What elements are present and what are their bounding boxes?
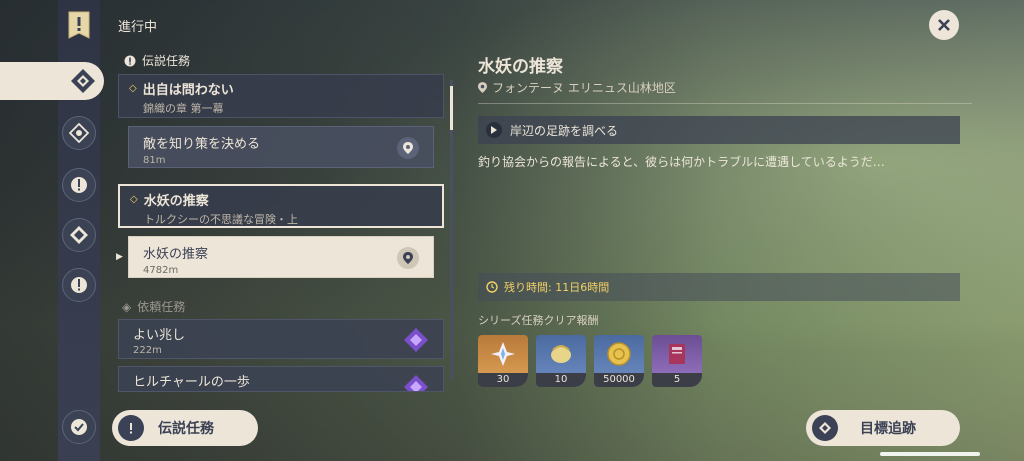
in-progress-header: 進行中 [118, 20, 158, 35]
quest-filter-button[interactable]: 伝説任務 [112, 410, 258, 446]
request-label: よい兆し [133, 328, 186, 343]
reward-item[interactable]: 50000 [594, 335, 644, 387]
commission-gem-icon [404, 375, 428, 391]
tab-story-quests[interactable] [62, 168, 96, 202]
checklist-icon [71, 419, 87, 435]
quest-card[interactable]: ◇ 出自は問わない 錦織の章 第一幕 [118, 74, 444, 118]
quest-card-selected[interactable]: ◇ 水妖の推察 トルクシーの不思議な冒険・上 [118, 184, 444, 228]
legend-quest-header-label: 伝説任務 [142, 54, 191, 68]
rewards-label: シリーズ任務クリア報酬 [478, 314, 599, 327]
request-item[interactable]: よい兆し 222m [118, 319, 444, 359]
legend-quest-header: 伝説任務 [124, 52, 190, 69]
request-quest-header: ◈ 依頼任務 [122, 298, 185, 315]
request-item[interactable]: ヒルチャールの一歩 [118, 366, 444, 392]
quest-subtitle: トルクシーの不思議な冒険・上 [144, 213, 298, 226]
tab-archon-quests[interactable] [62, 116, 96, 150]
quest-step-distance: 4782m [143, 265, 179, 276]
request-label: ヒルチャールの一歩 [133, 375, 250, 390]
world-quest-icon [70, 226, 88, 244]
reward-count: 5 [652, 373, 702, 387]
primogem-icon [491, 342, 515, 366]
quest-main[interactable]: ◇ 出自は問わない 錦織の章 第一幕 [118, 74, 444, 118]
commission-icon [71, 277, 87, 293]
quest-step-label: 敵を知り策を決める [143, 137, 261, 152]
quest-title: 水妖の推察 [143, 194, 209, 209]
quest-filter-label: 伝説任務 [158, 421, 214, 437]
diamond-icon: ◇ [129, 83, 137, 94]
reward-item[interactable]: 10 [536, 335, 586, 387]
quest-step[interactable]: 敵を知り策を決める 81m [128, 126, 434, 168]
selected-arrow-icon: ▶ [116, 252, 123, 262]
reward-item[interactable]: 30 [478, 335, 528, 387]
detail-divider [478, 103, 972, 104]
reward-count: 50000 [594, 373, 644, 387]
reward-list: 30 10 50000 5 [478, 335, 702, 387]
exclaim-icon [124, 55, 136, 66]
archon-quest-icon [69, 123, 89, 143]
book-icon [669, 344, 685, 364]
quest-description: 釣り協会からの報告によると、彼らは何かトラブルに遭遇しているようだ… [478, 155, 885, 169]
close-button[interactable] [929, 10, 959, 40]
story-quest-icon [71, 177, 87, 193]
request-diamond-icon: ◈ [122, 299, 132, 314]
close-icon [938, 19, 950, 31]
location-pin-icon[interactable] [397, 137, 419, 159]
commission-gem-icon [404, 328, 428, 352]
all-quests-icon [71, 69, 95, 93]
quest-subtitle: 錦織の章 第一幕 [143, 102, 224, 115]
quest-step-selected[interactable]: 水妖の推察 4782m [128, 236, 434, 278]
mora-icon [607, 342, 631, 366]
track-objective-label: 目標追跡 [860, 421, 916, 437]
home-indicator [880, 452, 980, 456]
location-pin-icon[interactable] [397, 247, 419, 269]
time-remaining-label: 残り時間: 11日6時間 [504, 281, 610, 294]
hero-wit-icon [551, 345, 571, 363]
tab-all-quests[interactable] [0, 62, 104, 100]
location-pin-icon [478, 82, 487, 93]
quest-detail-title: 水妖の推察 [478, 57, 563, 77]
diamond-icon: ◇ [130, 194, 138, 205]
tab-world-quests[interactable] [62, 218, 96, 252]
location-label: フォンテーヌ エリニュス山林地区 [492, 81, 676, 95]
quest-title: 出自は問わない [142, 83, 234, 98]
quest-settings-button[interactable] [62, 410, 96, 444]
scrollbar-thumb[interactable] [450, 86, 453, 130]
tab-commissions[interactable] [62, 268, 96, 302]
track-diamond-icon [812, 415, 838, 441]
track-objective-button[interactable]: 目標追跡 [806, 410, 960, 446]
quest-main[interactable]: ◇ 水妖の推察 トルクシーの不思議な冒険・上 [118, 184, 444, 228]
reward-item[interactable]: 5 [652, 335, 702, 387]
quest-location: フォンテーヌ エリニュス山林地区 [478, 79, 676, 96]
request-header-label: 依頼任務 [137, 300, 186, 314]
quest-step-distance: 81m [143, 155, 166, 166]
quest-book-icon[interactable] [66, 10, 92, 40]
objective-label: 岸辺の足跡を調べる [510, 123, 619, 138]
reward-count: 10 [536, 373, 586, 387]
quest-step-label: 水妖の推察 [143, 247, 209, 262]
time-remaining: 残り時間: 11日6時間 [478, 273, 960, 301]
current-objective: 岸辺の足跡を調べる [478, 116, 960, 144]
play-icon [486, 122, 502, 138]
exclaim-icon [118, 415, 144, 441]
clock-icon [486, 281, 498, 293]
quest-list-scrollbar[interactable] [450, 80, 453, 380]
reward-count: 30 [478, 373, 528, 387]
request-distance: 222m [133, 345, 162, 356]
